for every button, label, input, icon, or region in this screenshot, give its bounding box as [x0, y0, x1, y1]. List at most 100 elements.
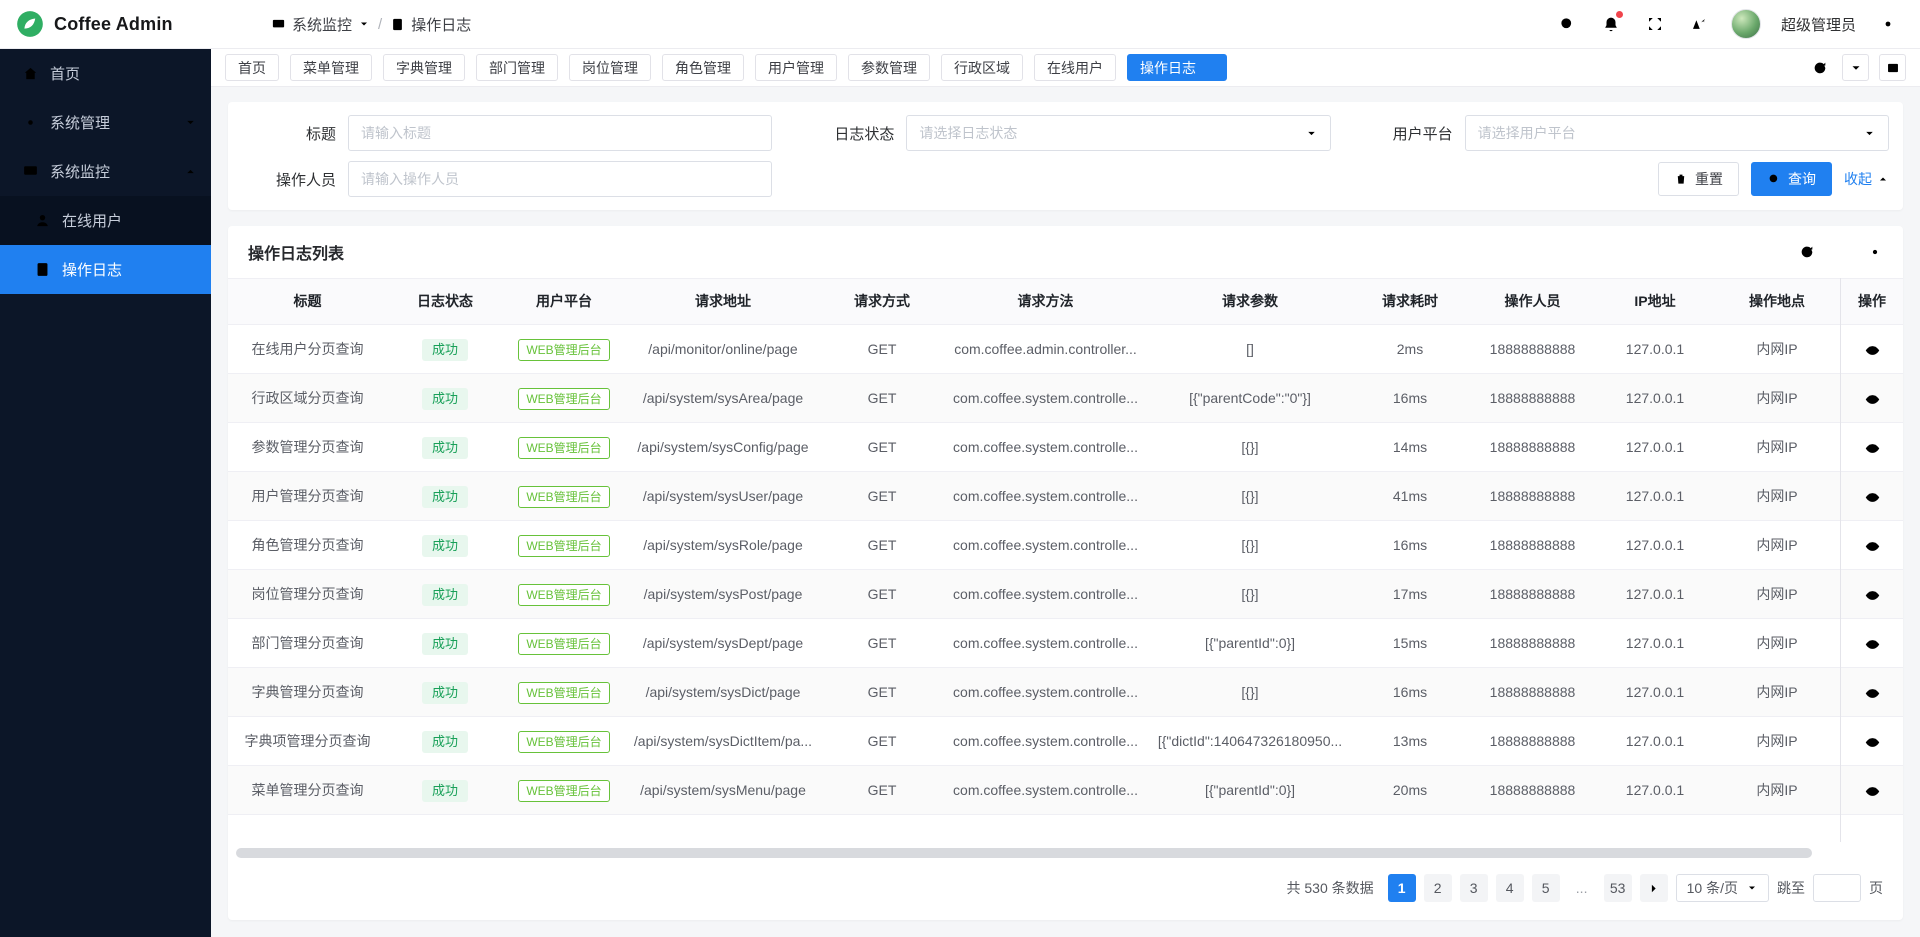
column-header[interactable]: 标题	[228, 279, 387, 324]
column-header[interactable]: 请求方法	[943, 279, 1148, 324]
search-button[interactable]: 查询	[1751, 162, 1832, 196]
tab-label: 角色管理	[675, 58, 731, 78]
cell-location: 内网IP	[1713, 472, 1841, 520]
cell-ip: 127.0.0.1	[1597, 374, 1713, 422]
view-detail-eye-icon[interactable]	[1864, 342, 1881, 359]
view-detail-eye-icon[interactable]	[1864, 783, 1881, 800]
reset-button[interactable]: 重置	[1658, 162, 1739, 196]
view-detail-eye-icon[interactable]	[1864, 587, 1881, 604]
page-button[interactable]: 53	[1604, 874, 1632, 902]
view-detail-eye-icon[interactable]	[1864, 538, 1881, 555]
page-button[interactable]: 1	[1388, 874, 1416, 902]
chevron-down-icon	[1746, 882, 1758, 894]
column-header[interactable]: 用户平台	[503, 279, 625, 324]
tab-label: 首页	[238, 58, 266, 78]
page-tab[interactable]: 字典管理	[383, 54, 465, 81]
row-height-icon[interactable]	[1833, 244, 1849, 260]
page-tab[interactable]: 在线用户	[1034, 54, 1116, 81]
table-row: 字典项管理分页查询 成功 WEB管理后台 /api/system/sysDict…	[228, 717, 1903, 766]
sidebar-item-online-users[interactable]: 在线用户	[0, 196, 211, 245]
cell-log-status: 成功	[387, 766, 503, 814]
breadcrumb-section-label: 系统监控	[292, 14, 352, 35]
sidebar-item-system-monitor[interactable]: 系统监控	[0, 147, 211, 196]
cell-title: 菜单管理分页查询	[228, 766, 387, 814]
page-tab[interactable]: 菜单管理	[290, 54, 372, 81]
column-header[interactable]: 请求耗时	[1352, 279, 1468, 324]
column-header[interactable]: 请求方式	[821, 279, 943, 324]
sidebar-collapse-icon[interactable]	[231, 12, 255, 36]
sidebar-item-operation-log[interactable]: 操作日志	[0, 245, 211, 294]
page-tab[interactable]: 角色管理	[662, 54, 744, 81]
breadcrumb-page[interactable]: 操作日志	[390, 14, 471, 35]
app-logo[interactable]: Coffee Admin	[0, 0, 211, 48]
column-header[interactable]: 请求地址	[625, 279, 821, 324]
sidebar-item-home[interactable]: 首页	[0, 49, 211, 98]
breadcrumb: 系统监控 / 操作日志	[271, 14, 471, 35]
column-header[interactable]: IP地址	[1597, 279, 1713, 324]
cell-request-method: GET	[821, 668, 943, 716]
view-detail-eye-icon[interactable]	[1864, 391, 1881, 408]
platform-badge: WEB管理后台	[518, 731, 609, 753]
translate-icon[interactable]	[1687, 12, 1711, 36]
column-header[interactable]: 操作地点	[1713, 279, 1841, 324]
search-icon[interactable]	[1555, 12, 1579, 36]
log-status-select[interactable]: 请选择日志状态	[906, 115, 1330, 151]
username[interactable]: 超级管理员	[1781, 14, 1856, 35]
cell-duration: 14ms	[1352, 423, 1468, 471]
column-header[interactable]: 请求参数	[1148, 279, 1352, 324]
settings-gear-icon[interactable]	[1876, 12, 1900, 36]
view-detail-eye-icon[interactable]	[1864, 685, 1881, 702]
column-header[interactable]: 操作	[1841, 279, 1903, 324]
horizontal-scrollbar-thumb[interactable]	[236, 848, 1812, 858]
tab-close-icon[interactable]	[1203, 62, 1214, 73]
cell-location: 内网IP	[1713, 766, 1841, 814]
operator-filter-input[interactable]	[348, 161, 772, 197]
content-fullscreen-button[interactable]	[1879, 54, 1906, 81]
jump-page-input[interactable]	[1813, 874, 1861, 902]
coffee-logo-icon	[16, 10, 44, 38]
page-tab[interactable]: 操作日志	[1127, 54, 1227, 81]
page-button[interactable]: 2	[1424, 874, 1452, 902]
page-button[interactable]: ...	[1568, 874, 1596, 902]
column-settings-gear-icon[interactable]	[1867, 244, 1883, 260]
page-tab[interactable]: 首页	[225, 54, 279, 81]
collapse-filters-link[interactable]: 收起	[1844, 169, 1889, 189]
user-avatar[interactable]	[1731, 9, 1761, 39]
sidebar-item-system-management[interactable]: 系统管理	[0, 98, 211, 147]
page-size-select[interactable]: 10 条/页	[1676, 874, 1769, 902]
title-filter-input[interactable]	[348, 115, 772, 151]
platform-badge: WEB管理后台	[518, 339, 609, 361]
table-row: 岗位管理分页查询 成功 WEB管理后台 /api/system/sysPost/…	[228, 570, 1903, 619]
fullscreen-icon[interactable]	[1643, 12, 1667, 36]
page-button[interactable]: 4	[1496, 874, 1524, 902]
notification-bell-icon[interactable]	[1599, 12, 1623, 36]
page-tab[interactable]: 用户管理	[755, 54, 837, 81]
page-tab[interactable]: 岗位管理	[569, 54, 651, 81]
page-button[interactable]: 3	[1460, 874, 1488, 902]
refresh-page-icon[interactable]	[1808, 56, 1832, 80]
view-detail-eye-icon[interactable]	[1864, 440, 1881, 457]
page-tab[interactable]: 行政区域	[941, 54, 1023, 81]
page-button[interactable]: 5	[1532, 874, 1560, 902]
cell-duration: 16ms	[1352, 374, 1468, 422]
status-badge: 成功	[422, 437, 468, 459]
breadcrumb-separator: /	[378, 16, 382, 33]
cell-request-params: [{}]	[1148, 521, 1352, 569]
next-page-button[interactable]	[1640, 874, 1668, 902]
cell-actions	[1841, 325, 1903, 373]
breadcrumb-section[interactable]: 系统监控	[271, 14, 370, 35]
page-tab[interactable]: 参数管理	[848, 54, 930, 81]
cell-location: 内网IP	[1713, 570, 1841, 618]
platform-select[interactable]: 请选择用户平台	[1465, 115, 1889, 151]
column-header[interactable]: 日志状态	[387, 279, 503, 324]
view-detail-eye-icon[interactable]	[1864, 734, 1881, 751]
view-detail-eye-icon[interactable]	[1864, 636, 1881, 653]
tab-options-button[interactable]	[1842, 54, 1869, 81]
cell-request-method: GET	[821, 717, 943, 765]
refresh-table-icon[interactable]	[1799, 244, 1815, 260]
view-detail-eye-icon[interactable]	[1864, 489, 1881, 506]
column-header[interactable]: 操作人员	[1468, 279, 1597, 324]
tab-label: 操作日志	[1140, 58, 1196, 78]
jump-suffix-label: 页	[1869, 878, 1883, 898]
page-tab[interactable]: 部门管理	[476, 54, 558, 81]
